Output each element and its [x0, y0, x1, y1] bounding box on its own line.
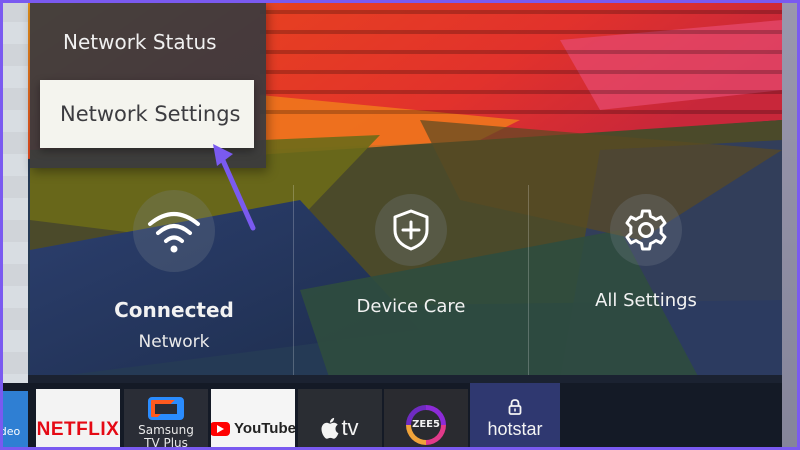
- tv-screen: Network Status Network Settings Connecte…: [0, 0, 782, 450]
- zee5-ring-icon: ZEE5: [406, 404, 446, 445]
- menu-item-label: Network Settings: [60, 102, 241, 126]
- tile-device-care[interactable]: Device Care: [293, 180, 529, 375]
- menu-item-network-settings[interactable]: Network Settings: [40, 80, 254, 148]
- menu-item-label: Network Status: [63, 30, 217, 54]
- lock-icon: [508, 399, 522, 415]
- app-apple-tv[interactable]: tv: [298, 389, 382, 450]
- samsung-tv-plus-icon: [148, 397, 184, 420]
- app-label: ZEE5: [412, 419, 440, 430]
- app-bar: deo NETFLIX Samsung TV Plus YouTube tv Z…: [0, 383, 782, 450]
- netflix-logo: NETFLIX: [36, 418, 120, 440]
- shield-plus-icon: [375, 194, 447, 266]
- app-youtube[interactable]: YouTube: [211, 389, 295, 450]
- app-samsung-video[interactable]: deo: [0, 391, 28, 450]
- annotation-arrow-icon: [213, 144, 256, 231]
- gear-icon: [610, 194, 682, 266]
- tile-label: All Settings: [595, 290, 697, 311]
- tile-sublabel: Network: [138, 332, 210, 352]
- app-label: tv: [341, 414, 359, 440]
- side-panel-edge: [0, 0, 28, 385]
- menu-item-network-status[interactable]: Network Status: [30, 12, 266, 72]
- tile-label: Connected: [114, 298, 234, 322]
- wifi-icon: [133, 190, 215, 272]
- youtube-play-icon: [211, 421, 231, 436]
- app-label: YouTube: [234, 420, 295, 437]
- tile-all-settings[interactable]: All Settings: [528, 180, 764, 375]
- samsung-video-icon: deo: [0, 424, 21, 438]
- app-samsung-tv-plus[interactable]: Samsung TV Plus: [124, 389, 208, 450]
- app-hotstar[interactable]: hotstar: [470, 383, 560, 450]
- app-netflix[interactable]: NETFLIX: [36, 389, 120, 450]
- wall-background: [780, 0, 800, 450]
- app-label: Samsung TV Plus: [138, 423, 194, 450]
- app-label: hotstar: [487, 419, 543, 439]
- apple-icon: [321, 417, 339, 439]
- tile-label: Device Care: [356, 296, 466, 317]
- app-zee5[interactable]: ZEE5: [384, 389, 468, 450]
